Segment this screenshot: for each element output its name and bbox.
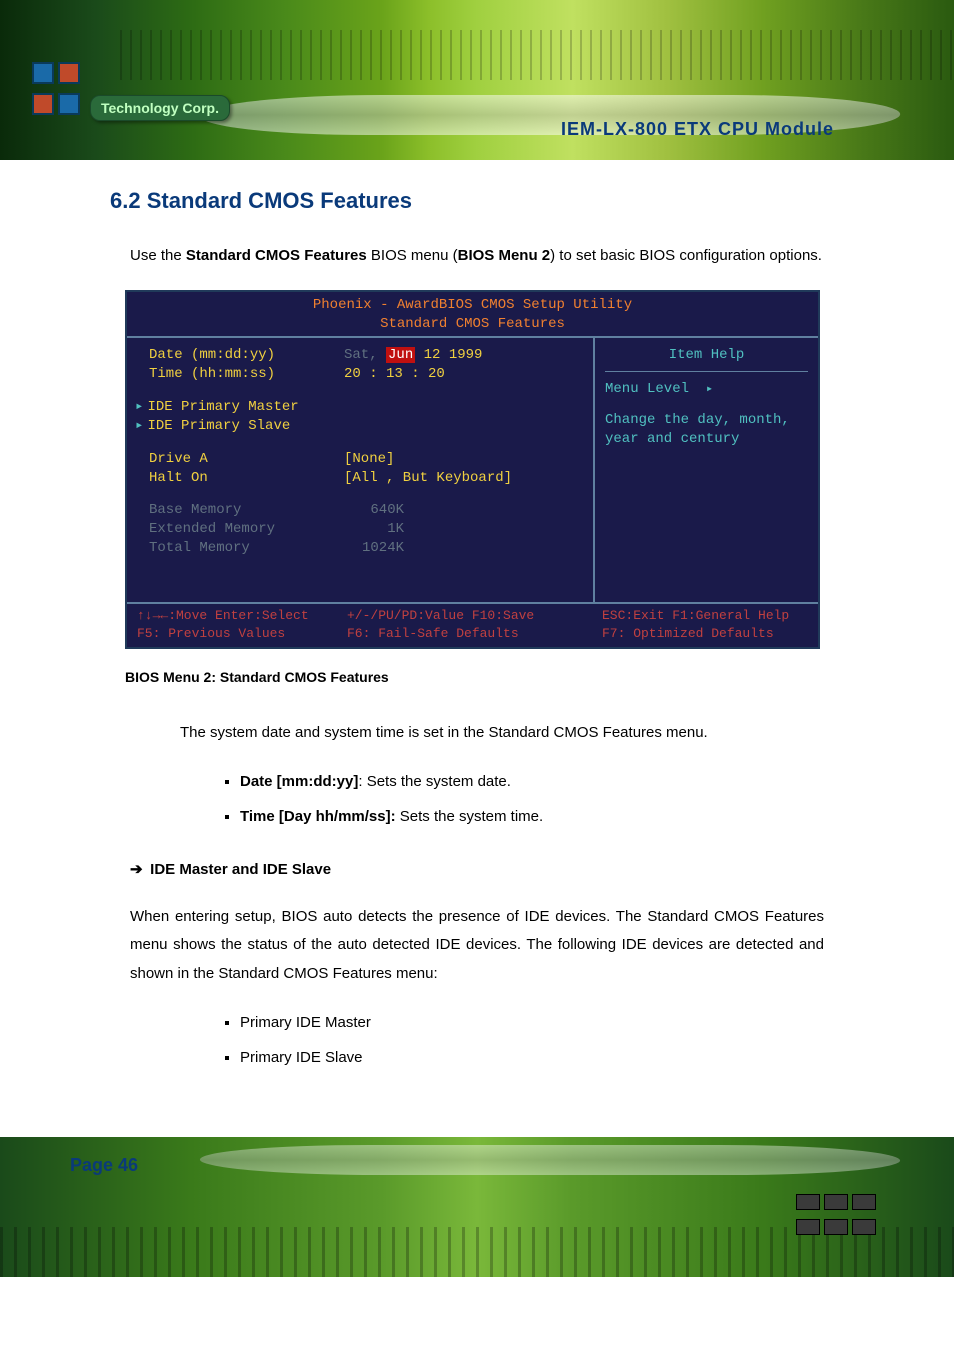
- triangle-icon: ▸: [135, 398, 147, 417]
- bios-field-drivea-label: Drive A: [149, 450, 344, 469]
- bios-help-text: year and century: [605, 430, 808, 449]
- footer-decor-swoosh: [195, 1145, 906, 1175]
- arrow-right-icon: ➔: [130, 856, 146, 885]
- bios-right-pane: Item Help Menu Level ▸ Change the day, m…: [593, 338, 818, 602]
- section-title: Standard CMOS Features: [147, 188, 412, 213]
- bios-field-totmem-value: 1024K: [344, 539, 404, 558]
- bios-field-extmem-value: 1K: [344, 520, 404, 539]
- paragraph: The system date and system time is set i…: [180, 719, 824, 748]
- paragraph: When entering setup, BIOS auto detects t…: [130, 903, 824, 989]
- text-bold: BIOS Menu 2: [458, 247, 551, 264]
- bios-field-basemem-value: 640K: [344, 501, 404, 520]
- bios-field-basemem-label: Base Memory: [149, 501, 344, 520]
- text: Sets the system time.: [396, 808, 544, 825]
- bios-field-totmem-label: Total Memory: [149, 539, 344, 558]
- bios-menu-level: Menu Level ▸: [605, 380, 808, 399]
- bios-item-ide-master: IDE Primary Master: [147, 398, 298, 417]
- bios-footer-hint: F7: Optimized Defaults: [602, 625, 810, 643]
- text: Use the: [130, 247, 186, 264]
- bios-field-halton-label: Halt On: [149, 469, 344, 488]
- header-decor-circuits: [120, 30, 954, 80]
- bios-field-date-label: Date (mm:dd:yy): [149, 346, 344, 365]
- section-heading: 6.2 Standard CMOS Features: [110, 180, 824, 222]
- list-item: Date [mm:dd:yy]: Sets the system date.: [240, 765, 824, 800]
- text: 12 1999: [415, 347, 482, 363]
- bios-field-time-label: Time (hh:mm:ss): [149, 365, 344, 384]
- text-bold: Date [mm:dd:yy]: [240, 773, 358, 790]
- text-highlight: Jun: [386, 347, 415, 363]
- bios-footer-hint: ESC:Exit F1:General Help: [602, 607, 810, 625]
- bios-screenshot: Phoenix - AwardBIOS CMOS Setup Utility S…: [125, 290, 820, 649]
- bullet-list: Primary IDE Master Primary IDE Slave: [240, 1006, 824, 1075]
- list-item: Primary IDE Slave: [240, 1041, 824, 1076]
- brand-badge: Technology Corp.: [90, 95, 230, 121]
- bios-body: Date (mm:dd:yy) Sat, Jun 12 1999 Time (h…: [127, 336, 818, 604]
- list-item: Primary IDE Master: [240, 1006, 824, 1041]
- bios-item-ide-slave: IDE Primary Slave: [147, 417, 290, 436]
- page-number: Page 46: [70, 1155, 138, 1176]
- footer-decor-blocks: [794, 1192, 914, 1242]
- document-title: IEM-LX-800 ETX CPU Module: [561, 119, 834, 140]
- bios-subtitle: Standard CMOS Features: [127, 315, 818, 336]
- list-item: Time [Day hh/mm/ss]: Sets the system tim…: [240, 800, 824, 835]
- bios-field-date-value: Sat, Jun 12 1999: [344, 346, 482, 365]
- text: Sat,: [344, 347, 386, 363]
- text: BIOS menu (: [367, 247, 458, 264]
- intro-paragraph: Use the Standard CMOS Features BIOS menu…: [130, 242, 824, 271]
- bios-footer-hint: +/-/PU/PD:Value F10:Save: [347, 607, 602, 625]
- text-bold: Time [Day hh/mm/ss]:: [240, 808, 396, 825]
- bios-help-text: Change the day, month,: [605, 411, 808, 430]
- triangle-icon: ▸: [135, 417, 147, 436]
- text: ) to set basic BIOS configuration option…: [550, 247, 822, 264]
- section-number: 6.2: [110, 188, 141, 213]
- sub-heading: ➔ IDE Master and IDE Slave: [130, 856, 824, 885]
- bios-item-help-header: Item Help: [605, 346, 808, 372]
- bios-footer-hint: F5: Previous Values: [137, 625, 347, 643]
- bios-footer-hint: F6: Fail-Safe Defaults: [347, 625, 602, 643]
- arrow-right-icon: ▸: [706, 382, 713, 396]
- text-bold: Standard CMOS Features: [186, 247, 367, 264]
- bios-field-time-value: 20 : 13 : 20: [344, 365, 445, 384]
- bullet-list: Date [mm:dd:yy]: Sets the system date. T…: [240, 765, 824, 834]
- bios-footer: ↑↓→←:Move Enter:Select F5: Previous Valu…: [127, 604, 818, 647]
- bios-left-pane: Date (mm:dd:yy) Sat, Jun 12 1999 Time (h…: [127, 338, 593, 602]
- page-content: 6.2 Standard CMOS Features Use the Stand…: [0, 160, 954, 1137]
- text: Menu Level: [605, 381, 689, 397]
- page-header: Technology Corp. IEM-LX-800 ETX CPU Modu…: [0, 0, 954, 160]
- bios-field-extmem-label: Extended Memory: [149, 520, 344, 539]
- figure-caption: BIOS Menu 2: Standard CMOS Features: [125, 664, 824, 691]
- text: : Sets the system date.: [358, 773, 511, 790]
- sub-heading-text: IDE Master and IDE Slave: [150, 861, 331, 878]
- bios-field-halton-value: [All , But Keyboard]: [344, 469, 512, 488]
- bios-footer-hint: ↑↓→←:Move Enter:Select: [137, 607, 347, 625]
- bios-title: Phoenix - AwardBIOS CMOS Setup Utility: [127, 292, 818, 315]
- page-footer: Page 46: [0, 1137, 954, 1277]
- bios-field-drivea-value: [None]: [344, 450, 394, 469]
